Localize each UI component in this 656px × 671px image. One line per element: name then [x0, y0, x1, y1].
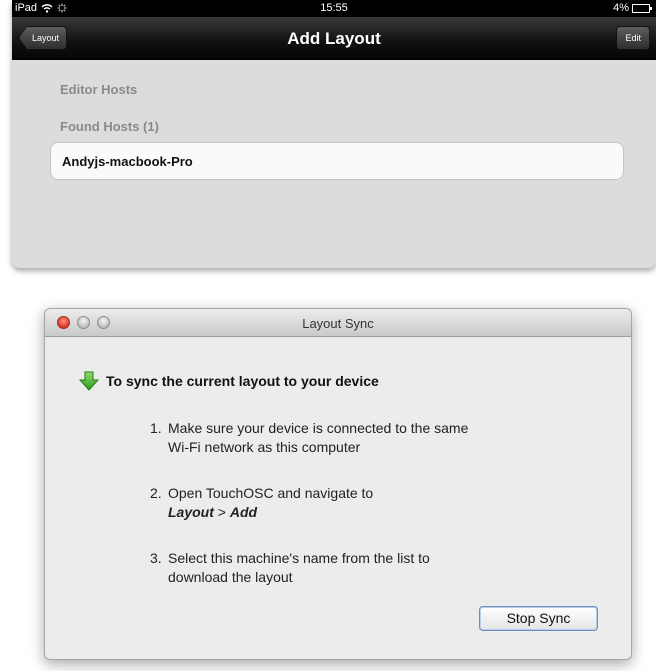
instruction-step-2: 2. Open TouchOSC and navigate to Layout … — [150, 484, 600, 522]
step-number: 2. — [150, 485, 162, 501]
ipad-screen: iPad 15:55 4% Layout Add Layout Edit Edi… — [12, 0, 656, 268]
step-text: Make sure your device is connected to th… — [168, 420, 469, 436]
step-text: Wi-Fi network as this computer — [168, 439, 361, 455]
page-title: Add Layout — [287, 29, 381, 48]
step-number: 3. — [150, 550, 162, 566]
menu-separator: > — [213, 504, 230, 520]
step-number: 1. — [150, 420, 162, 436]
instruction-step-1: 1. Make sure your device is connected to… — [150, 419, 600, 457]
battery-percent: 4% — [613, 2, 629, 14]
section-header-found-hosts: Found Hosts (1) — [60, 119, 159, 134]
title-bar[interactable]: Layout Sync — [45, 309, 631, 337]
menu-add: Add — [229, 504, 258, 520]
instruction-step-3: 3. Select this machine's name from the l… — [150, 549, 600, 587]
step-text: Select this machine's name from the list… — [168, 550, 430, 566]
step-menu-path: Layout > Add — [168, 503, 600, 522]
status-bar: iPad 15:55 4% — [12, 0, 656, 17]
battery-icon — [632, 3, 652, 13]
edit-button[interactable]: Edit — [616, 26, 650, 50]
step-text: download the layout — [168, 569, 293, 585]
stop-sync-button[interactable]: Stop Sync — [479, 606, 598, 631]
window-title: Layout Sync — [302, 316, 374, 331]
status-right: 4% — [613, 2, 652, 14]
section-header-editor-hosts: Editor Hosts — [60, 82, 138, 97]
host-list-item[interactable]: Andyjs-macbook-Pro — [50, 142, 624, 180]
green-down-arrow-icon — [79, 371, 99, 391]
status-time: 15:55 — [320, 2, 348, 14]
instructions-heading: To sync the current layout to your devic… — [79, 371, 379, 391]
heading-text: To sync the current layout to your devic… — [106, 373, 379, 389]
navigation-bar: Layout Add Layout Edit — [12, 17, 656, 60]
layout-sync-dialog: Layout Sync To sync the current layout t… — [44, 308, 632, 660]
menu-layout: Layout — [168, 504, 214, 520]
step-text: Open TouchOSC and navigate to — [168, 485, 374, 501]
